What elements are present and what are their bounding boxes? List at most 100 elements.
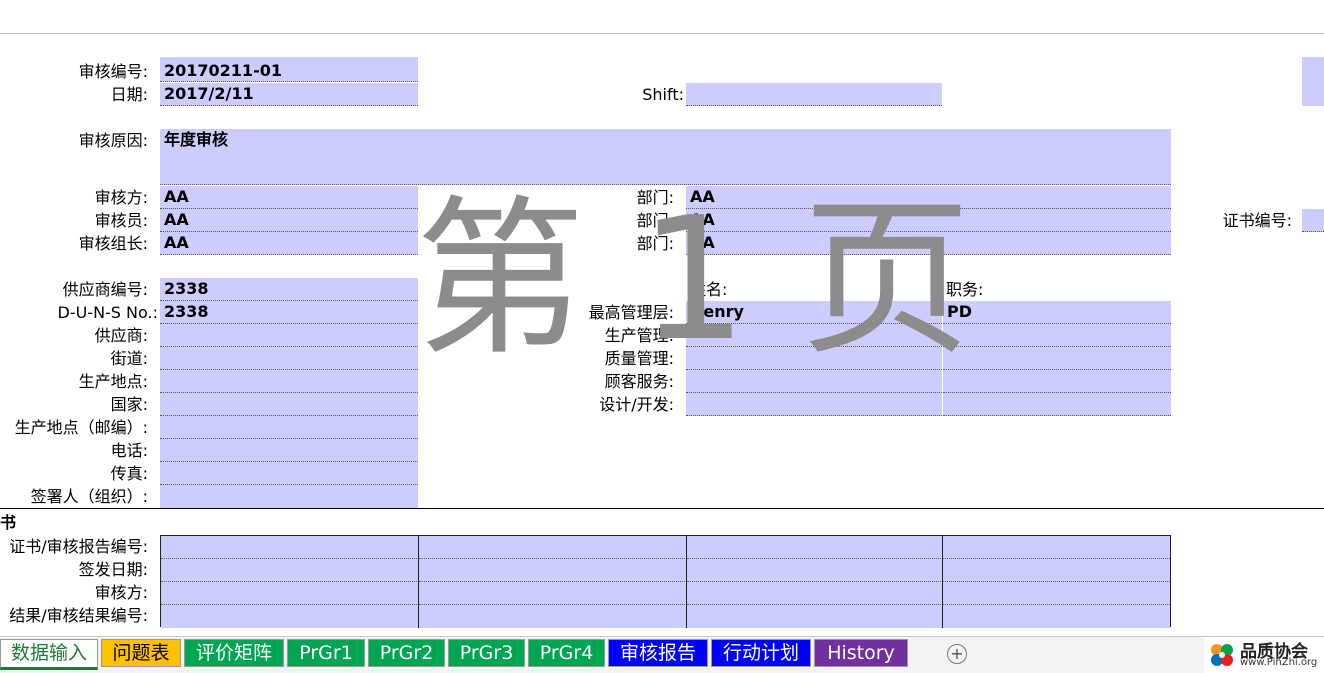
certificate-grid bbox=[160, 535, 1171, 628]
tab-issue-list[interactable]: 问题表 bbox=[101, 639, 181, 667]
tab-action-plan[interactable]: 行动计划 bbox=[711, 639, 811, 667]
dept-label-3: 部门: bbox=[636, 234, 674, 253]
postcode-label: 生产地点（邮编）: bbox=[14, 418, 148, 437]
mgmt-name-production[interactable] bbox=[686, 324, 942, 347]
mgmt-title-production[interactable] bbox=[943, 324, 1171, 347]
tab-audit-report[interactable]: 审核报告 bbox=[608, 639, 708, 667]
result-label: 结果/审核结果编号: bbox=[9, 606, 148, 625]
dept-cell-2[interactable]: AA bbox=[686, 209, 1171, 232]
cert-report-label: 证书/审核报告编号: bbox=[9, 537, 148, 556]
duns-label: D-U-N-S No.: bbox=[57, 303, 158, 322]
grid-cell[interactable] bbox=[419, 536, 687, 559]
shift-cell[interactable] bbox=[686, 83, 942, 106]
grid-cell[interactable] bbox=[419, 582, 687, 605]
tab-prgr4[interactable]: PrGr4 bbox=[528, 639, 605, 667]
date-label: 日期: bbox=[110, 85, 148, 104]
supplier-name-label: 供应商: bbox=[94, 326, 148, 345]
site-label: 生产地点: bbox=[78, 372, 148, 391]
auditor-label: 审核员: bbox=[94, 211, 148, 230]
supplier-code-cell[interactable]: 2338 bbox=[160, 278, 418, 301]
audit-number-cell[interactable]: 20170211-01 bbox=[160, 57, 418, 82]
dept-cell-3[interactable]: AA bbox=[686, 232, 1171, 255]
mgmt-title-quality[interactable] bbox=[943, 347, 1171, 370]
dept-cell-1[interactable]: AA bbox=[686, 186, 1171, 209]
mgmt-label-design: 设计/开发: bbox=[599, 395, 674, 414]
mgmt-label-top: 最高管理层: bbox=[588, 303, 674, 322]
site-cell[interactable] bbox=[160, 370, 418, 393]
grid-cell[interactable] bbox=[419, 605, 687, 628]
mgmt-label-service: 顾客服务: bbox=[604, 372, 674, 391]
reason-cell[interactable]: 年度审核 bbox=[160, 129, 1171, 185]
table-row bbox=[161, 582, 1170, 605]
cert-section-title: 书 bbox=[0, 513, 17, 532]
grid-cell[interactable] bbox=[161, 559, 419, 582]
audit-number-label: 审核编号: bbox=[78, 62, 148, 81]
mgmt-name-top[interactable]: Henry bbox=[686, 301, 942, 324]
tab-prgr1[interactable]: PrGr1 bbox=[287, 639, 365, 667]
tab-evaluation-matrix[interactable]: 评价矩阵 bbox=[184, 639, 284, 667]
logo-url: www.PinZhi.org bbox=[1240, 657, 1318, 668]
street-cell[interactable] bbox=[160, 347, 418, 370]
country-label: 国家: bbox=[110, 395, 148, 414]
signatory-label: 签署人（组织）: bbox=[30, 487, 148, 506]
tab-history[interactable]: History bbox=[814, 639, 908, 667]
dept-label-1: 部门: bbox=[636, 188, 674, 207]
fax-label: 传真: bbox=[110, 464, 148, 483]
add-sheet-button[interactable]: + bbox=[947, 644, 967, 664]
grid-cell[interactable] bbox=[687, 605, 943, 628]
grid-cell[interactable] bbox=[943, 582, 1170, 605]
mgmt-title-top[interactable]: PD bbox=[943, 301, 1171, 324]
grid-cell[interactable] bbox=[687, 536, 943, 559]
mgmt-name-design[interactable] bbox=[686, 393, 942, 416]
dept-label-2: 部门: bbox=[636, 211, 674, 230]
grid-cell[interactable] bbox=[943, 605, 1170, 628]
shift-label: Shift: bbox=[642, 85, 684, 104]
leader-label: 审核组长: bbox=[78, 234, 148, 253]
grid-cell[interactable] bbox=[687, 559, 943, 582]
mgmt-title-design[interactable] bbox=[943, 393, 1171, 416]
duns-cell[interactable]: 2338 bbox=[160, 301, 418, 324]
auditor-cell[interactable]: AA bbox=[160, 209, 418, 232]
grid-cell[interactable] bbox=[161, 582, 419, 605]
mgmt-title-service[interactable] bbox=[943, 370, 1171, 393]
mgmt-label-quality: 质量管理: bbox=[604, 349, 674, 368]
mgmt-label-production: 生产管理: bbox=[604, 326, 674, 345]
site-logo: 品质协会 www.PinZhi.org bbox=[1204, 637, 1324, 673]
cell-stub[interactable] bbox=[1302, 57, 1324, 106]
cert-number-cell[interactable] bbox=[1302, 209, 1324, 232]
table-row bbox=[161, 605, 1170, 628]
tab-prgr3[interactable]: PrGr3 bbox=[448, 639, 525, 667]
audit-party-cell[interactable]: AA bbox=[160, 186, 418, 209]
signatory-cell[interactable] bbox=[160, 485, 418, 508]
section-divider bbox=[0, 508, 1324, 509]
issue-date-label: 签发日期: bbox=[78, 560, 148, 579]
name-header: 姓名: bbox=[690, 280, 728, 299]
table-row bbox=[161, 536, 1170, 559]
tab-prgr2[interactable]: PrGr2 bbox=[368, 639, 445, 667]
postcode-cell[interactable] bbox=[160, 416, 418, 439]
street-label: 街道: bbox=[110, 349, 148, 368]
fax-cell[interactable] bbox=[160, 462, 418, 485]
supplier-name-cell[interactable] bbox=[160, 324, 418, 347]
audit-party-label: 审核方: bbox=[94, 188, 148, 207]
title-header: 职务: bbox=[946, 280, 984, 299]
cert-party-label: 审核方: bbox=[94, 583, 148, 602]
grid-cell[interactable] bbox=[161, 536, 419, 559]
grid-cell[interactable] bbox=[943, 536, 1170, 559]
mgmt-name-service[interactable] bbox=[686, 370, 942, 393]
grid-cell[interactable] bbox=[943, 559, 1170, 582]
supplier-code-label: 供应商编号: bbox=[62, 280, 148, 299]
grid-cell[interactable] bbox=[161, 605, 419, 628]
grid-cell[interactable] bbox=[687, 582, 943, 605]
leader-cell[interactable]: AA bbox=[160, 232, 418, 255]
pinwheel-icon bbox=[1211, 644, 1233, 666]
reason-label: 审核原因: bbox=[78, 131, 148, 150]
tab-data-input[interactable]: 数据输入 bbox=[0, 639, 98, 670]
date-cell[interactable]: 2017/2/11 bbox=[160, 83, 418, 106]
phone-label: 电话: bbox=[110, 441, 148, 460]
phone-cell[interactable] bbox=[160, 439, 418, 462]
toolbar-divider bbox=[0, 33, 1324, 34]
grid-cell[interactable] bbox=[419, 559, 687, 582]
mgmt-name-quality[interactable] bbox=[686, 347, 942, 370]
country-cell[interactable] bbox=[160, 393, 418, 416]
